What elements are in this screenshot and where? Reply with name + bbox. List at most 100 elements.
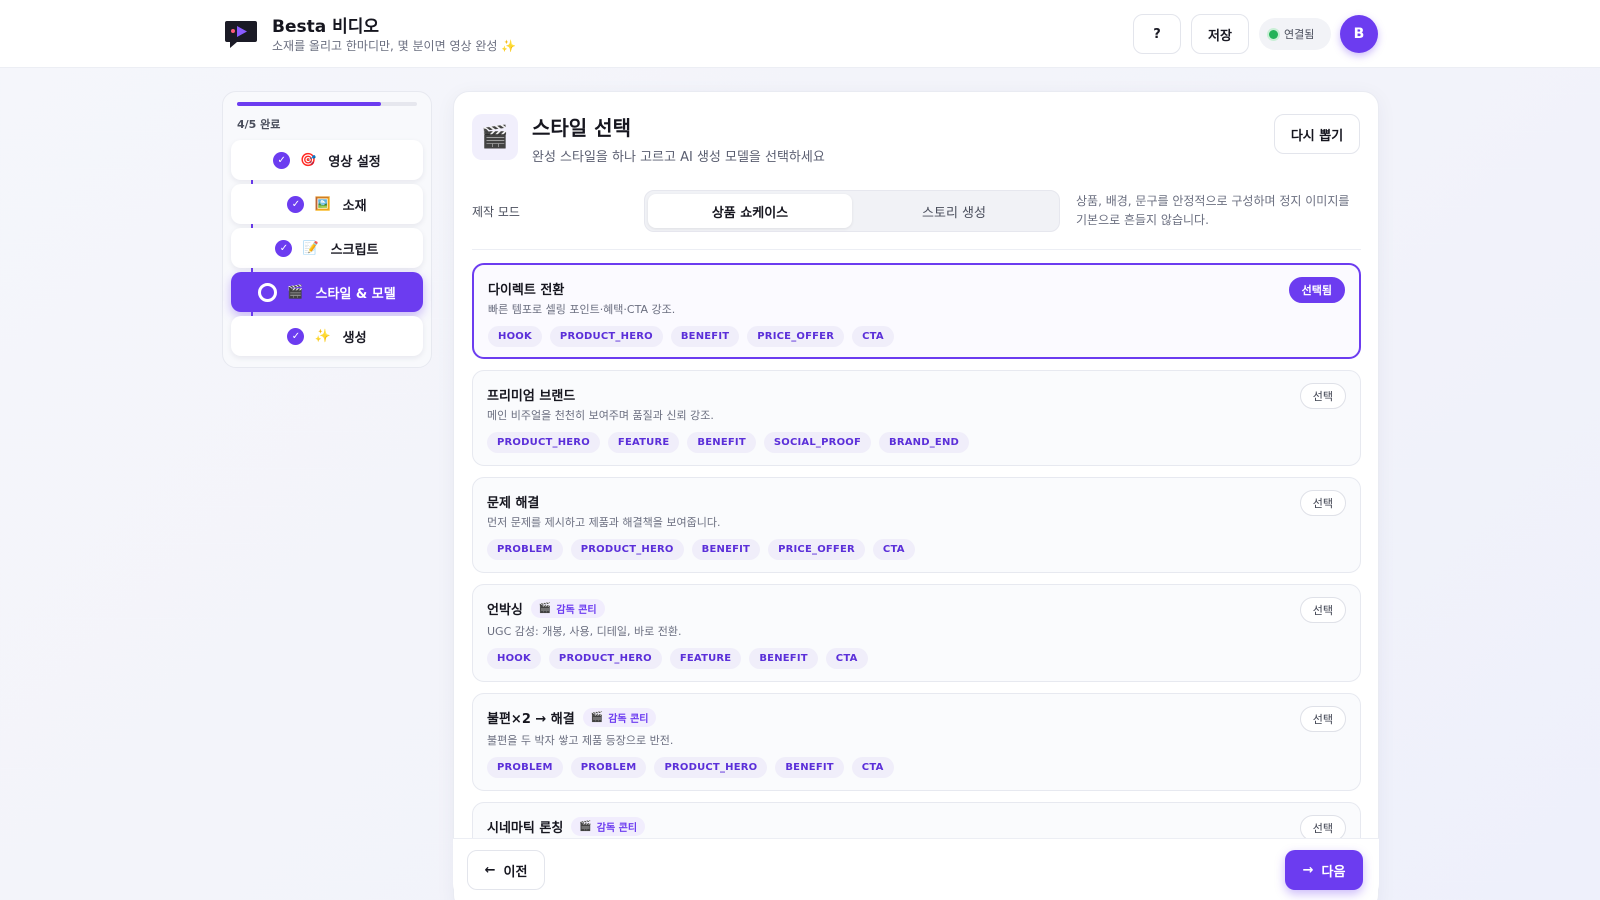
progress-label: 4/5 완료 xyxy=(237,118,281,131)
next-label: 다음 xyxy=(1321,864,1346,880)
step-generate[interactable]: ✓ ✨ 생성 xyxy=(231,316,423,356)
style-name-text: 다이렉트 전환 xyxy=(488,283,565,298)
style-tags: PROBLEM PRODUCT_HERO BENEFIT PRICE_OFFER… xyxy=(487,539,915,560)
select-button[interactable]: 선택 xyxy=(1299,597,1346,623)
page-title: 스타일 선택 xyxy=(532,116,631,140)
tag: PRICE_OFFER xyxy=(747,326,845,347)
director-storyboard-badge: 🎬 감독 콘티 xyxy=(530,599,605,618)
director-storyboard-badge: 🎬 감독 콘티 xyxy=(571,817,646,836)
selected-button[interactable]: 선택됨 xyxy=(1288,277,1345,303)
check-icon: ✓ xyxy=(275,239,293,257)
tag: HOOK xyxy=(488,326,542,347)
connection-status-label: 연결됨 xyxy=(1284,28,1315,41)
style-card-premium-brand[interactable]: 프리미엄 브랜드 메인 비주얼을 천천히 보여주며 품질과 신뢰 강조. PRO… xyxy=(472,370,1361,466)
style-tags: HOOK PRODUCT_HERO BENEFIT PRICE_OFFER CT… xyxy=(488,326,894,347)
help-button[interactable]: ? xyxy=(1133,14,1181,54)
style-name: 시네마틱 론칭 🎬 감독 콘티 xyxy=(487,817,646,836)
tag: PRODUCT_HERO xyxy=(549,326,663,347)
style-tags: HOOK PRODUCT_HERO FEATURE BENEFIT CTA xyxy=(487,648,868,669)
tag: BENEFIT xyxy=(691,539,761,560)
step-label: 영상 설정 xyxy=(328,154,381,170)
check-icon: ✓ xyxy=(287,327,305,345)
status-dot-icon xyxy=(1269,29,1278,39)
style-card-discomfort-solution[interactable]: 불편×2 → 해결 🎬 감독 콘티 불편을 두 박자 쌓고 제품 등장으로 반전.… xyxy=(472,693,1361,791)
style-name-text: 불편×2 → 해결 xyxy=(487,712,575,727)
style-card-problem-solution[interactable]: 문제 해결 먼저 문제를 제시하고 제품과 해결책을 보여줍니다. PROBLE… xyxy=(472,477,1361,573)
tag: PROBLEM xyxy=(487,539,563,560)
app-subtitle: 소재를 올리고 한마디만, 몇 분이면 영상 완성 ✨ xyxy=(272,39,517,53)
chat-play-logo-icon xyxy=(225,21,257,48)
step-label: 소재 xyxy=(342,198,367,214)
check-icon: ✓ xyxy=(287,195,305,213)
style-name-text: 문제 해결 xyxy=(487,496,540,511)
style-name: 불편×2 → 해결 🎬 감독 콘티 xyxy=(487,708,657,727)
step-label: 스크립트 xyxy=(330,242,379,258)
target-icon: 🎯 xyxy=(300,152,317,168)
style-name: 프리미엄 브랜드 xyxy=(487,385,575,404)
tag: BENEFIT xyxy=(749,648,818,669)
tag: BRAND_END xyxy=(879,432,970,453)
select-button[interactable]: 선택 xyxy=(1299,490,1346,516)
steps-sidebar: 4/5 완료 ✓ 🎯 영상 설정 ✓ 🖼️ 소재 ✓ 📝 스크립트 🎬 스타일 … xyxy=(222,91,432,368)
style-name-text: 시네마틱 론칭 xyxy=(487,821,564,836)
style-description: 불편을 두 박자 쌓고 제품 등장으로 반전. xyxy=(487,734,674,747)
tag: FEATURE xyxy=(607,432,680,453)
tag: PROBLEM xyxy=(570,757,647,778)
next-button[interactable]: → 다음 xyxy=(1285,850,1363,890)
tag: PRODUCT_HERO xyxy=(548,648,662,669)
tag: CTA xyxy=(852,326,894,347)
tag: SOCIAL_PROOF xyxy=(763,432,871,453)
select-button[interactable]: 선택 xyxy=(1299,706,1346,732)
badge-label: 감독 콘티 xyxy=(608,714,649,725)
tag: PRODUCT_HERO xyxy=(570,539,684,560)
memo-icon: 📝 xyxy=(302,240,319,256)
step-video-settings[interactable]: ✓ 🎯 영상 설정 xyxy=(231,140,423,180)
clapper-icon: 🎬 xyxy=(287,284,304,300)
progress-bar xyxy=(237,102,417,106)
page-subtitle: 완성 스타일을 하나 고르고 AI 생성 모델을 선택하세요 xyxy=(532,150,825,165)
connection-status-badge: 연결됨 xyxy=(1259,18,1331,50)
save-button[interactable]: 저장 xyxy=(1191,14,1249,54)
tag: PRICE_OFFER xyxy=(768,539,865,560)
clapper-icon: 🎬 xyxy=(579,821,592,832)
step-assets[interactable]: ✓ 🖼️ 소재 xyxy=(231,184,423,224)
badge-label: 감독 콘티 xyxy=(596,823,638,834)
tag: PRODUCT_HERO xyxy=(487,432,600,453)
director-storyboard-badge: 🎬 감독 콘티 xyxy=(582,708,657,727)
style-card-direct-conversion[interactable]: 다이렉트 전환 빠른 템포로 셀링 포인트·혜택·CTA 강조. HOOK PR… xyxy=(472,263,1361,359)
tag: FEATURE xyxy=(669,648,742,669)
reroll-button[interactable]: 다시 뽑기 xyxy=(1274,114,1360,154)
tag: BENEFIT xyxy=(775,757,844,778)
mode-option-product-showcase[interactable]: 상품 쇼케이스 xyxy=(648,194,852,228)
arrow-right-icon: → xyxy=(1302,862,1314,878)
style-name-text: 프리미엄 브랜드 xyxy=(487,389,576,404)
clapper-icon: 🎬 xyxy=(538,603,552,614)
style-name: 언박싱 🎬 감독 콘티 xyxy=(487,599,605,618)
step-style-model[interactable]: 🎬 스타일 & 모델 xyxy=(231,272,423,312)
style-selection-card: 🎬 스타일 선택 완성 스타일을 하나 고르고 AI 생성 모델을 선택하세요 … xyxy=(453,91,1379,900)
divider xyxy=(472,249,1361,250)
previous-button[interactable]: ← 이전 xyxy=(467,850,545,890)
step-label: 생성 xyxy=(342,330,367,346)
step-label: 스타일 & 모델 xyxy=(315,286,396,302)
style-description: 메인 비주얼을 천천히 보여주며 품질과 신뢰 강조. xyxy=(487,409,714,422)
step-script[interactable]: ✓ 📝 스크립트 xyxy=(231,228,423,268)
select-button[interactable]: 선택 xyxy=(1299,383,1346,409)
badge-label: 감독 콘티 xyxy=(556,605,597,616)
mode-option-story-generation[interactable]: 스토리 생성 xyxy=(852,194,1056,228)
style-name-text: 언박싱 xyxy=(487,603,523,618)
top-header: Besta 비디오 소재를 올리고 한마디만, 몇 분이면 영상 완성 ✨ ? … xyxy=(0,0,1600,68)
style-name: 다이렉트 전환 xyxy=(488,279,564,298)
app-title: Besta 비디오 xyxy=(272,17,380,37)
tag: BENEFIT xyxy=(670,326,740,347)
clapper-icon: 🎬 xyxy=(472,114,518,160)
user-avatar[interactable]: B xyxy=(1340,15,1378,53)
tag: CTA xyxy=(825,648,868,669)
style-tags: PROBLEM PROBLEM PRODUCT_HERO BENEFIT CTA xyxy=(487,757,894,778)
check-icon: ✓ xyxy=(273,151,291,169)
tag: PROBLEM xyxy=(487,757,563,778)
mode-description: 상품, 배경, 문구를 안정적으로 구성하며 정지 이미지를 기본으로 흔들지 … xyxy=(1076,194,1350,227)
style-card-unboxing[interactable]: 언박싱 🎬 감독 콘티 UGC 감성: 개봉, 사용, 디테일, 바로 전환. H… xyxy=(472,584,1361,682)
tag: CTA xyxy=(851,757,894,778)
clapper-icon: 🎬 xyxy=(590,712,604,723)
